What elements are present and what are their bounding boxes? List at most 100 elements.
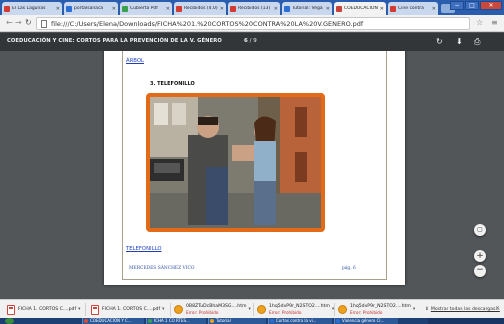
link-arbol[interactable]: ÁRBOL [126, 58, 144, 64]
taskbar-item-label: COEDUCACIÓN Y C... [90, 318, 132, 323]
warning-icon [257, 305, 266, 314]
taskbar-item[interactable]: Tutorial [208, 318, 266, 324]
start-button[interactable] [5, 318, 14, 324]
download-item[interactable]: FICHA 1. CORTOS C....pdf ▾ [91, 302, 164, 317]
reload-button[interactable]: ↻ [25, 18, 32, 28]
link-telefonillo[interactable]: TELEFONILLO [126, 246, 162, 252]
download-item-error[interactable]: 0B8ZTuDcBhaM3SG....htm Error: Prohibido … [174, 302, 251, 317]
tab-close-icon[interactable]: ✕ [380, 6, 384, 12]
taskbar-item[interactable]: Cortos contra la vi... [268, 318, 332, 324]
tab-favicon-icon [4, 5, 10, 12]
divider [85, 303, 86, 316]
tab-close-icon[interactable]: ✕ [220, 6, 224, 12]
tab-strip: El Las Lagunas ✕ portalsanaca ✕ Cubierta… [0, 0, 504, 15]
taskbar-item[interactable]: ICHA 1 CO RTES... [146, 318, 206, 324]
tab-8[interactable]: Cine contra ✕ [388, 2, 438, 15]
download-error: Error: Prohibido [350, 310, 383, 315]
section-heading: 3. TELEFONILLO [150, 81, 195, 87]
file-icon [41, 20, 47, 28]
tab-6[interactable]: Tutorial: Vega ✕ [282, 2, 332, 15]
tab-favicon-icon [122, 5, 128, 12]
taskbar-item[interactable]: Violencia género Cl... [334, 318, 398, 324]
tab-label: Recibidos (4.0) [184, 6, 218, 11]
app-icon [84, 319, 88, 323]
rotate-icon[interactable]: ↻ [436, 36, 443, 47]
tab-label: El Las Lagunas [12, 6, 46, 11]
downloads-bar: FICHA 1. CORTOS C....pdf ▾ FICHA 1. CORT… [0, 299, 504, 318]
system-tray[interactable] [428, 318, 504, 324]
tab-close-icon[interactable]: ✕ [166, 6, 170, 12]
taskbar-item[interactable]: COEDUCACIÓN Y C... [82, 318, 144, 324]
zoom-in-button[interactable]: + [474, 250, 486, 262]
fit-to-page-button[interactable]: ▢ [474, 224, 486, 236]
maximize-button[interactable]: □ [465, 1, 479, 10]
chevron-down-icon[interactable]: ▾ [78, 307, 80, 312]
pdf-page: ÁRBOL 3. TELEFONILLO TELEFONILLO MERCEDE… [104, 51, 405, 285]
app-icon [148, 319, 152, 323]
tab-4[interactable]: Recibidos (4.0) ✕ [174, 2, 226, 15]
tab-close-icon[interactable]: ✕ [112, 6, 116, 12]
download-item[interactable]: FICHA 1. CORTOS C....pdf ▾ [7, 302, 80, 317]
page-current[interactable]: 6 [244, 38, 248, 44]
tab-7-active[interactable]: COEDUCACIÓN ✕ [334, 2, 386, 15]
browser-window: El Las Lagunas ✕ portalsanaca ✕ Cubierta… [0, 0, 504, 324]
page-footer-number: pág. 6 [342, 266, 356, 271]
url-text: file:///C:/Users/Elena/Downloads/FICHA%2… [51, 20, 364, 28]
tab-5[interactable]: Recibidos (13) ✕ [228, 2, 280, 15]
menu-icon[interactable]: ≡ [491, 18, 498, 28]
pdf-title: COEDUCACIÓN Y CINE: CORTOS PARA LA PREVE… [7, 38, 222, 44]
chevron-down-icon[interactable]: ▾ [249, 307, 251, 312]
tab-label: Recibidos (13) [238, 6, 271, 11]
tab-close-icon[interactable]: ✕ [274, 6, 278, 12]
tab-favicon-icon [390, 5, 396, 12]
download-icon[interactable]: ⬇ [456, 36, 463, 47]
pdf-file-icon [7, 304, 15, 315]
show-all-downloads[interactable]: ⬇ Mostrar todas las descargas... [425, 307, 500, 312]
app-icon [270, 319, 274, 323]
chevron-down-icon[interactable]: ▾ [162, 307, 164, 312]
taskbar-item-label: Cortos contra la vi... [276, 318, 317, 323]
taskbar-item-label: Tutorial [216, 318, 231, 323]
taskbar-item-label: Violencia género Cl... [342, 318, 385, 323]
tab-label: Tutorial: Vega [292, 6, 323, 11]
tab-close-icon[interactable]: ✕ [56, 6, 60, 12]
chevron-down-icon[interactable]: ▾ [413, 307, 415, 312]
download-filename: FICHA 1. CORTOS C....pdf [102, 306, 161, 312]
tab-3[interactable]: Cubierta Pdf ✕ [120, 2, 172, 15]
tab-label: Cubierta Pdf [130, 6, 158, 11]
app-icon [336, 319, 340, 323]
url-field[interactable]: file:///C:/Users/Elena/Downloads/FICHA%2… [36, 17, 470, 30]
pdf-toolbar: COEDUCACIÓN Y CINE: CORTOS PARA LA PREVE… [0, 33, 504, 51]
address-bar: ← → ↻ file:///C:/Users/Elena/Downloads/F… [0, 15, 504, 32]
taskbar-item-label: ICHA 1 CO RTES... [154, 318, 190, 323]
close-downloads-bar-button[interactable]: ✕ [495, 305, 500, 312]
download-icon: ⬇ [425, 307, 429, 312]
close-window-button[interactable]: ✕ [480, 1, 502, 10]
tab-close-icon[interactable]: ✕ [432, 6, 436, 12]
os-taskbar: COEDUCACIÓN Y C... ICHA 1 CO RTES... Tut… [0, 318, 504, 324]
divider [170, 303, 171, 316]
zoom-out-button[interactable]: − [474, 265, 486, 277]
forward-button[interactable]: → [15, 18, 22, 28]
minimize-button[interactable]: − [450, 1, 464, 10]
tab-favicon-icon [66, 5, 72, 12]
tab-close-icon[interactable]: ✕ [326, 6, 330, 12]
download-filename: FICHA 1. CORTOS C....pdf [18, 306, 77, 312]
page-indicator[interactable]: 6 / 9 [244, 38, 257, 44]
tab-label: Cine contra [398, 6, 424, 11]
window-controls: − □ ✕ [450, 1, 502, 10]
tab-favicon-icon [336, 5, 342, 12]
print-icon[interactable]: ⎙ [474, 36, 480, 47]
warning-icon [338, 305, 347, 314]
star-icon[interactable]: ☆ [476, 18, 483, 28]
show-all-downloads-link[interactable]: Mostrar todas las descargas... [431, 307, 500, 312]
pdf-viewer[interactable]: ÁRBOL 3. TELEFONILLO TELEFONILLO MERCEDE… [0, 51, 504, 299]
download-item-error[interactable]: 1hq5dvP9r_N2STO2....htm Error: Prohibido… [338, 302, 415, 317]
tab-1[interactable]: El Las Lagunas ✕ [2, 2, 62, 15]
film-still-image [146, 93, 325, 232]
download-error: Error: Prohibido [269, 310, 302, 315]
back-button[interactable]: ← [6, 18, 13, 28]
download-item-error[interactable]: 1hq5dvP9r_N2STO2....htm Error: Prohibido… [257, 302, 334, 317]
pdf-file-icon [91, 304, 99, 315]
tab-2[interactable]: portalsanaca ✕ [64, 2, 118, 15]
